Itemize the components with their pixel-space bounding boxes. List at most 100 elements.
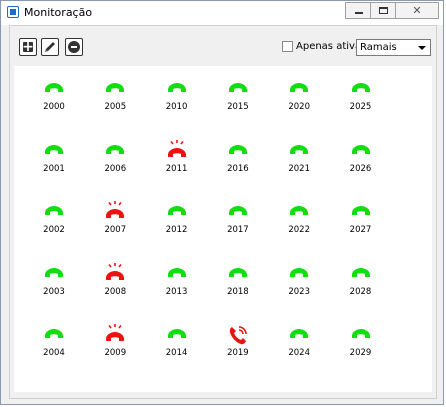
extension-number: 2027 [349,225,372,235]
filter-select[interactable]: Ramais [356,39,431,56]
extension-2029[interactable]: 2029 [336,320,386,364]
extension-2018[interactable]: 2018 [213,259,263,303]
phone-icon [228,144,247,154]
extension-2017[interactable]: 2017 [213,197,263,241]
extension-number: 2007 [104,225,127,235]
extension-2001[interactable]: 2001 [29,136,79,180]
phone-icon [228,206,247,215]
phone-icon [45,206,63,215]
edit-button[interactable] [41,38,59,56]
extension-2025[interactable]: 2025 [336,74,386,118]
phone-icon [351,144,370,154]
window-title: Monitoração [24,6,93,19]
extension-2010[interactable]: 2010 [152,74,202,118]
extension-2004[interactable]: 2004 [29,320,79,364]
chevron-down-icon [418,46,426,50]
plus-icon: + [22,39,34,55]
phone-ringing-icon [167,139,186,157]
extension-2028[interactable]: 2028 [336,259,386,303]
minimize-icon [355,12,363,14]
phone-icon [290,329,309,338]
phone-icon [290,144,309,154]
monitor-panel: + Apenas ativas Ramais 2000 2005 2010 2015 2… [9,25,437,399]
extension-number: 2017 [227,225,249,235]
extension-2021[interactable]: 2021 [274,136,324,180]
extension-number: 2005 [104,102,127,112]
extension-number: 2026 [349,163,372,174]
extension-number: 2009 [104,348,127,358]
extension-2023[interactable]: 2023 [274,259,324,303]
extension-2015[interactable]: 2015 [213,74,263,118]
extension-2008[interactable]: 2008 [90,259,140,303]
close-icon: ✕ [412,4,422,17]
extension-2024[interactable]: 2024 [274,320,324,364]
extension-number: 2004 [43,348,65,358]
extension-2014[interactable]: 2014 [152,320,202,364]
phone-icon [228,83,247,92]
extension-number: 2018 [227,286,249,297]
phone-icon [106,83,125,92]
maximize-icon [379,7,388,14]
extension-number: 2019 [227,348,249,358]
phone-icon [167,329,186,338]
extension-2002[interactable]: 2002 [29,197,79,241]
extension-2003[interactable]: 2003 [29,259,79,303]
extension-2007[interactable]: 2007 [90,197,140,241]
extensions-grid: 2000 2005 2010 2015 2020 2025 2001 2006 2011 2016… [14,66,432,392]
extension-2000[interactable]: 2000 [29,74,79,118]
phone-icon [45,267,63,277]
phone-icon [167,267,186,277]
extension-2005[interactable]: 2005 [90,74,140,118]
app-icon [7,6,19,18]
maximize-button[interactable] [370,2,396,19]
extension-number: 2012 [165,225,188,235]
extension-number: 2023 [288,286,310,297]
phone-ringing-icon [106,201,125,218]
extension-number: 2008 [104,286,127,297]
pencil-icon [45,42,55,52]
extension-number: 2015 [227,102,249,112]
extension-2022[interactable]: 2022 [274,197,324,241]
only-active-checkbox[interactable] [282,41,293,52]
extension-number: 2021 [288,163,310,174]
title-bar[interactable]: Monitoração ✕ [1,1,443,25]
extension-number: 2010 [165,102,188,112]
phone-icon [351,267,370,277]
extension-2011[interactable]: 2011 [152,136,202,180]
extension-2013[interactable]: 2013 [152,259,202,303]
phone-icon [45,144,63,154]
extension-number: 2025 [349,102,372,112]
extension-2020[interactable]: 2020 [274,74,324,118]
extension-2026[interactable]: 2026 [336,136,386,180]
extension-2012[interactable]: 2012 [152,197,202,241]
extension-number: 2002 [43,225,65,235]
minimize-button[interactable] [345,2,371,19]
phone-in-call-icon [229,326,247,345]
extension-2019[interactable]: 2019 [213,320,263,364]
extension-number: 2011 [165,163,188,174]
phone-icon [106,144,125,154]
phone-icon [351,83,370,92]
close-button[interactable]: ✕ [395,2,439,19]
phone-icon [351,329,370,338]
phone-icon [167,206,186,215]
extension-number: 2001 [43,163,65,174]
extension-number: 2029 [349,348,372,358]
extension-2006[interactable]: 2006 [90,136,140,180]
extension-2016[interactable]: 2016 [213,136,263,180]
phone-icon [351,206,370,215]
add-button[interactable]: + [19,38,37,56]
extension-number: 2000 [43,102,65,112]
extension-number: 2006 [104,163,127,174]
phone-icon [290,267,309,277]
phone-icon [228,267,247,277]
remove-button[interactable] [65,38,83,56]
extension-2009[interactable]: 2009 [90,320,140,364]
phone-icon [45,329,63,338]
phone-icon [167,83,186,92]
extension-number: 2024 [288,348,310,358]
extension-2027[interactable]: 2027 [336,197,386,241]
phone-ringing-icon [106,262,125,280]
phone-icon [45,83,63,92]
extension-number: 2013 [165,286,188,297]
